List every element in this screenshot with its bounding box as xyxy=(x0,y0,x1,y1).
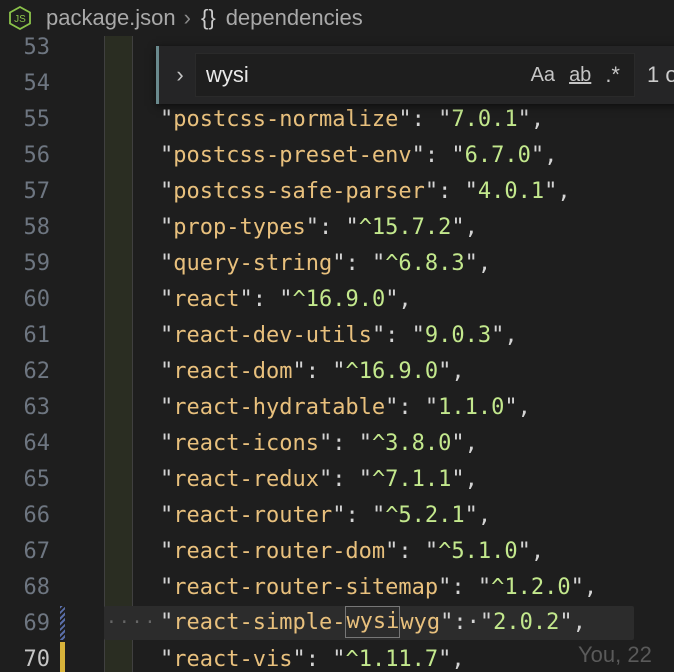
code-line[interactable]: "react-dom": "^16.9.0", xyxy=(160,354,465,390)
indent-guide xyxy=(132,36,133,672)
json-value: ^1.11.7 xyxy=(345,647,439,672)
json-key: postcss-normalize xyxy=(173,107,399,132)
json-key: postcss-preset-env xyxy=(173,143,412,168)
json-key: prop-types xyxy=(173,215,306,240)
find-input[interactable]: wysi Aa ab .* xyxy=(195,53,635,97)
object-braces-icon: {} xyxy=(200,5,216,30)
chevron-right-icon: › xyxy=(183,5,191,30)
svg-text:JS: JS xyxy=(14,14,26,25)
find-widget: › wysi Aa ab .* 1 o xyxy=(156,46,674,104)
code-line[interactable]: "react-vis": "^1.11.7", xyxy=(160,642,465,672)
json-value: ^3.8.0 xyxy=(371,431,452,456)
line-number: 63 xyxy=(23,395,51,420)
indent-region xyxy=(104,36,132,672)
line-number: 69 xyxy=(23,611,51,636)
line-number: 67 xyxy=(23,539,51,564)
json-value: 6.7.0 xyxy=(464,143,531,168)
json-value: ^6.8.3 xyxy=(385,251,465,276)
json-value: ^5.2.1 xyxy=(385,503,465,528)
line-number: 60 xyxy=(23,287,51,312)
code-line[interactable]: "prop-types": "^15.7.2", xyxy=(160,210,478,246)
inline-git-blame: You, 22 xyxy=(578,642,652,667)
line-number: 56 xyxy=(23,143,51,168)
code-line[interactable]: "react-icons": "^3.8.0", xyxy=(160,426,478,462)
line-number: 65 xyxy=(23,467,51,492)
json-key: react-router xyxy=(173,503,333,528)
code-line[interactable]: "react-router-sitemap": "^1.2.0", xyxy=(160,570,597,606)
code-line[interactable]: "react-redux": "^7.1.1", xyxy=(160,462,478,498)
code-line[interactable]: "postcss-normalize": "7.0.1", xyxy=(160,102,544,138)
json-key: react xyxy=(173,287,240,312)
json-key: react-router-dom xyxy=(173,539,386,564)
match-case-icon[interactable]: Aa xyxy=(531,64,555,87)
code-line[interactable]: "query-string": "^6.8.3", xyxy=(160,246,491,282)
json-key: react-vis xyxy=(173,647,293,672)
code-editor[interactable]: JS package.json › {} dependencies 53 54 … xyxy=(0,0,674,672)
json-value: 4.0.1 xyxy=(477,179,545,204)
breadcrumb-file[interactable]: package.json xyxy=(46,5,176,31)
json-key: react-simple- xyxy=(173,610,346,635)
indent-guide xyxy=(104,36,105,672)
breadcrumb: JS package.json › {} dependencies xyxy=(0,0,674,36)
breadcrumb-section[interactable]: dependencies xyxy=(226,5,363,31)
line-number: 58 xyxy=(23,215,51,240)
json-key: react-hydratable xyxy=(173,395,386,420)
json-file-icon: JS xyxy=(8,6,32,30)
code-line-match[interactable]: "react-simple-wysiwyg":·"2.0.2", xyxy=(160,605,586,641)
whole-word-label: ab xyxy=(569,63,592,86)
json-value: 7.0.1 xyxy=(451,107,518,132)
code-line[interactable]: "react": "^16.9.0", xyxy=(160,282,412,318)
whitespace-dots: ···· xyxy=(106,612,158,633)
json-key: react-redux xyxy=(173,467,319,492)
code-line[interactable]: "react-hydratable": "1.1.0", xyxy=(160,390,531,426)
added-line-marker xyxy=(60,642,65,672)
match-count: 1 o xyxy=(647,62,674,87)
json-key: react-router-sitemap xyxy=(173,575,439,600)
json-key: react-icons xyxy=(173,431,319,456)
json-value: ^1.2.0 xyxy=(491,575,571,600)
code-line[interactable]: "postcss-preset-env": "6.7.0", xyxy=(160,138,557,174)
json-value: 1.1.0 xyxy=(438,395,505,420)
json-key: query-string xyxy=(173,251,333,276)
line-number: 59 xyxy=(23,251,51,276)
find-match-highlight: wysi xyxy=(345,606,401,638)
toggle-replace-chevron-icon[interactable]: › xyxy=(165,46,195,104)
whole-word-icon[interactable]: ab xyxy=(569,64,591,87)
json-key: react-dev-utils xyxy=(173,323,372,348)
code-line[interactable]: "react-dev-utils": "9.0.3", xyxy=(160,318,518,354)
json-key: wyg xyxy=(400,610,441,635)
line-number: 55 xyxy=(23,107,51,132)
json-key: react-dom xyxy=(173,359,293,384)
json-value: ^7.1.1 xyxy=(371,467,452,492)
json-value: 9.0.3 xyxy=(424,323,492,348)
json-key: postcss-safe-parser xyxy=(173,179,425,204)
code-line[interactable]: "react-router": "^5.2.1", xyxy=(160,498,491,534)
code-line[interactable]: "postcss-safe-parser": "4.0.1", xyxy=(160,174,571,210)
regex-icon[interactable]: .* xyxy=(605,62,620,88)
line-number: 68 xyxy=(23,575,51,600)
line-number-current: 70 xyxy=(23,647,51,672)
json-value: ^5.1.0 xyxy=(438,539,518,564)
line-number: 53 xyxy=(23,35,51,60)
line-number: 66 xyxy=(23,503,51,528)
line-number: 54 xyxy=(23,71,51,96)
modified-line-marker xyxy=(60,606,65,640)
json-value: ^16.9.0 xyxy=(292,287,386,312)
json-value: 2.0.2 xyxy=(493,610,560,635)
code-line[interactable]: "react-router-dom": "^5.1.0", xyxy=(160,534,544,570)
line-number: 61 xyxy=(23,323,51,348)
find-query[interactable]: wysi xyxy=(206,62,531,88)
json-value: ^15.7.2 xyxy=(358,215,452,240)
line-number: 62 xyxy=(23,359,51,384)
line-number: 57 xyxy=(23,179,51,204)
json-value: ^16.9.0 xyxy=(345,359,439,384)
line-number: 64 xyxy=(23,431,51,456)
